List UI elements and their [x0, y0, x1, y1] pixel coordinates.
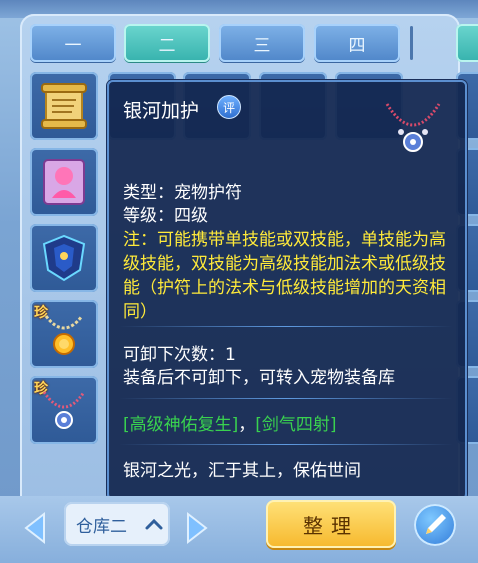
- item-level: 等级：四级: [123, 206, 208, 226]
- skill-1: [高级神佑复生]: [123, 415, 239, 435]
- prev-arrow-icon[interactable]: [16, 508, 52, 548]
- scroll-icon: [41, 83, 87, 129]
- tooltip-divider: [119, 398, 453, 399]
- rate-badge[interactable]: 评: [217, 95, 241, 119]
- storage-label: 仓库二: [76, 516, 127, 537]
- tooltip-divider: [119, 444, 453, 445]
- item-tooltip: 银河加护 评 类型：宠物护符 等级：四级 注：可能携带单技能或双技能，单技能为高…: [107, 80, 467, 500]
- inventory-slot-2[interactable]: [30, 148, 98, 216]
- tab-2[interactable]: 二: [124, 24, 210, 62]
- inventory-slot-1[interactable]: [30, 72, 98, 140]
- next-arrow-icon[interactable]: [180, 508, 216, 548]
- armor-icon: [42, 234, 86, 282]
- item-flavor: 银河之光，汇于其上，保佑世间: [123, 461, 361, 481]
- storage-selector[interactable]: 仓库二: [64, 502, 170, 546]
- galaxy-necklace-icon: [42, 391, 86, 429]
- pencil-icon: [426, 514, 446, 534]
- item-note: 注：可能携带单技能或双技能，单技能为高级技能，双技能为高级技能加法术或低级技能（…: [123, 230, 446, 322]
- tab-partial[interactable]: [456, 24, 478, 62]
- tab-1[interactable]: 一: [30, 24, 116, 62]
- inventory-slot-4[interactable]: 珍: [30, 300, 98, 368]
- inventory-slot-3[interactable]: [30, 224, 98, 292]
- edit-button[interactable]: [414, 504, 456, 546]
- skill-separator: ，: [238, 415, 256, 435]
- item-necklace-icon: [385, 103, 441, 152]
- tab-divider: [410, 26, 413, 60]
- skill-2: [剑气四射]: [255, 415, 337, 435]
- pet-card-icon: [43, 159, 85, 205]
- tab-3[interactable]: 三: [219, 24, 305, 62]
- arrange-button[interactable]: 整理: [266, 500, 396, 548]
- chevron-up-icon: [145, 518, 163, 530]
- equip-note: 装备后不可卸下，可转入宠物装备库: [123, 368, 395, 388]
- item-type: 类型：宠物护符: [123, 183, 242, 203]
- item-title: 银河加护: [123, 100, 200, 122]
- unload-count: 可卸下次数：1: [123, 345, 236, 365]
- tooltip-divider: [119, 326, 453, 327]
- sun-necklace-icon: [44, 315, 84, 355]
- tab-4[interactable]: 四: [314, 24, 400, 62]
- inventory-slot-5[interactable]: 珍: [30, 376, 98, 444]
